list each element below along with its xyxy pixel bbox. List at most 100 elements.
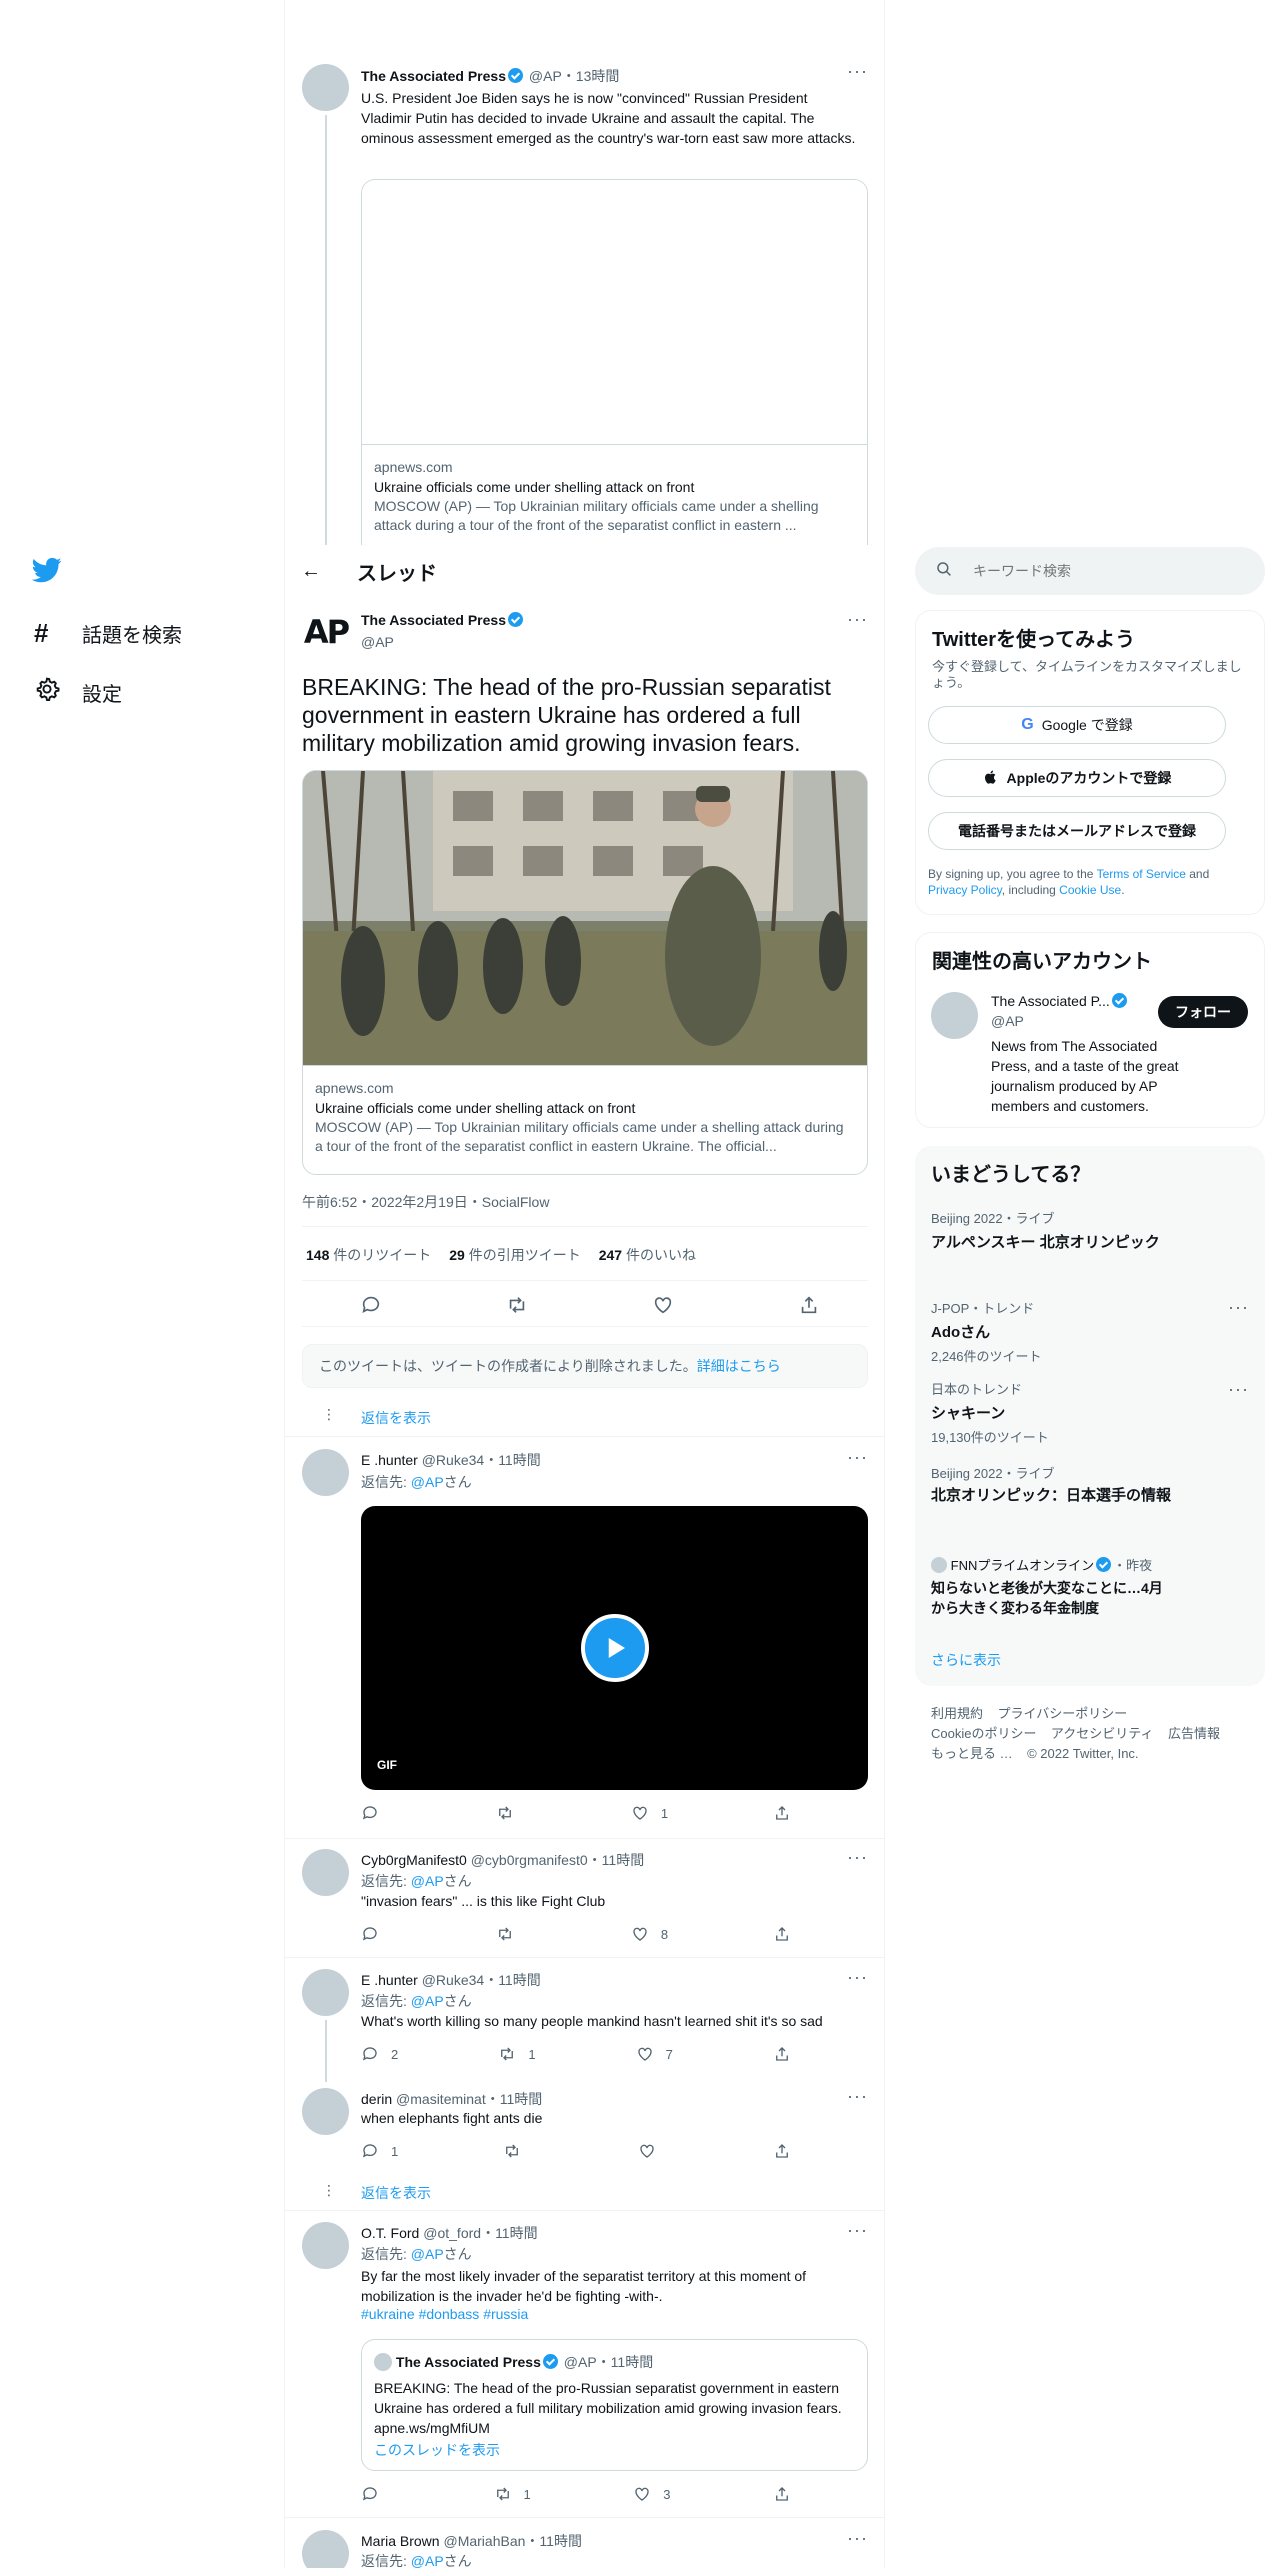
share-icon[interactable]: [798, 1294, 820, 1321]
author-name[interactable]: derin: [361, 2091, 392, 2107]
more-options-icon[interactable]: ···: [847, 62, 868, 80]
avatar[interactable]: AP: [302, 608, 350, 656]
twitter-logo-icon[interactable]: [31, 555, 62, 585]
author-name[interactable]: The Associated Press: [361, 68, 506, 84]
search-input[interactable]: [973, 563, 1213, 579]
author-handle[interactable]: @AP: [361, 634, 394, 650]
more-options-icon[interactable]: ···: [1228, 1298, 1249, 1316]
more-options-icon[interactable]: ···: [847, 610, 868, 628]
avatar[interactable]: [302, 64, 349, 111]
trend-item[interactable]: Beijing 2022・ライブ 北京オリンピック：日本選手の情報: [931, 1463, 1171, 1506]
trend-item[interactable]: J-POP・トレンド Adoさん 2,246件のツイート: [931, 1298, 1231, 1365]
author-name[interactable]: E .hunter: [361, 1972, 418, 1988]
footer-more-link[interactable]: もっと見る …: [931, 1746, 1013, 1761]
tweet-time[interactable]: 11時間: [539, 2533, 582, 2549]
avatar[interactable]: [302, 1849, 349, 1896]
avatar[interactable]: [302, 1449, 349, 1496]
avatar[interactable]: [302, 2530, 349, 2568]
footer-link[interactable]: 広告情報: [1168, 1726, 1220, 1741]
share-icon[interactable]: [773, 2485, 791, 2503]
avatar[interactable]: [302, 2088, 349, 2135]
avatar[interactable]: [931, 992, 978, 1039]
author-handle[interactable]: @Ruke34: [422, 1452, 484, 1468]
share-icon[interactable]: [773, 1804, 791, 1822]
quote-stat[interactable]: 29 件の引用ツイート: [449, 1245, 580, 1265]
show-replies-link[interactable]: 返信を表示: [361, 1408, 431, 1428]
share-icon[interactable]: [773, 2045, 791, 2063]
account-name[interactable]: The Associated P...: [991, 993, 1129, 1009]
author-handle[interactable]: @masiteminat: [396, 2091, 486, 2107]
tweet-time[interactable]: 11時間: [602, 1852, 645, 1868]
tweet-time[interactable]: 11時間: [500, 2091, 543, 2107]
avatar[interactable]: [302, 2222, 349, 2269]
retweet-icon[interactable]: [496, 1925, 526, 1943]
footer-link[interactable]: Cookieのポリシー: [931, 1726, 1036, 1741]
tweet-time[interactable]: 11時間: [498, 1452, 541, 1468]
apple-signup-button[interactable]: Appleのアカウントで登録: [928, 759, 1226, 797]
author-handle[interactable]: @ot_ford: [423, 2225, 481, 2241]
back-arrow-icon[interactable]: ←: [301, 560, 341, 583]
trend-item[interactable]: 日本のトレンド シャキーン 19,130件のツイート: [931, 1379, 1231, 1446]
search-box[interactable]: [915, 547, 1265, 595]
share-icon[interactable]: [773, 2142, 791, 2160]
author-handle[interactable]: @Ruke34: [422, 1972, 484, 1988]
link-card[interactable]: apnews.com Ukraine officials come under …: [361, 179, 868, 545]
avatar[interactable]: [302, 1969, 349, 2016]
footer-link[interactable]: プライバシーポリシー: [997, 1706, 1127, 1721]
like-icon[interactable]: 7: [636, 2045, 673, 2063]
learn-more-link[interactable]: 詳細はこちら: [697, 1356, 781, 1376]
like-icon[interactable]: [652, 1294, 674, 1321]
retweet-icon[interactable]: [506, 1294, 528, 1321]
author-name[interactable]: O.T. Ford: [361, 2225, 419, 2241]
retweet-icon[interactable]: 1: [494, 2485, 531, 2503]
account-handle[interactable]: @AP: [991, 1013, 1024, 1029]
tweet-timestamp[interactable]: 午前6:52・2022年2月19日・SocialFlow: [302, 1192, 549, 1212]
play-button[interactable]: [581, 1614, 649, 1682]
author-handle[interactable]: @cyb0rgmanifest0: [471, 1852, 588, 1868]
author-name[interactable]: E .hunter: [361, 1452, 418, 1468]
like-icon[interactable]: 1: [631, 1804, 668, 1822]
more-options-icon[interactable]: ···: [1228, 1380, 1249, 1398]
hashtags[interactable]: #ukraine #donbass #russia: [361, 2306, 528, 2322]
author-name[interactable]: Maria Brown: [361, 2533, 440, 2549]
like-icon[interactable]: 8: [631, 1925, 668, 1943]
reply-icon[interactable]: [360, 1294, 382, 1321]
more-options-icon[interactable]: ···: [847, 1968, 868, 1986]
author-handle[interactable]: @MariahBan: [443, 2533, 525, 2549]
like-icon[interactable]: 3: [633, 2485, 670, 2503]
nav-explore[interactable]: # 話題を検索: [34, 618, 182, 649]
tweet-time[interactable]: 11時間: [498, 1972, 541, 1988]
reply-icon[interactable]: [361, 2485, 391, 2503]
author-name[interactable]: Cyb0rgManifest0: [361, 1852, 467, 1868]
terms-link[interactable]: Terms of Service: [1097, 867, 1186, 881]
more-options-icon[interactable]: ···: [847, 2529, 868, 2547]
show-replies-link[interactable]: 返信を表示: [361, 2183, 431, 2203]
google-signup-button[interactable]: G Google で登録: [928, 706, 1226, 744]
retweet-icon[interactable]: 1: [498, 2045, 536, 2063]
like-icon[interactable]: [638, 2142, 668, 2160]
retweet-stat[interactable]: 148 件のリツイート: [306, 1245, 431, 1265]
nav-settings[interactable]: 設定: [34, 676, 122, 708]
show-thread-link[interactable]: このスレッドを表示: [374, 2440, 855, 2460]
footer-link[interactable]: 利用規約: [931, 1706, 983, 1721]
cookie-link[interactable]: Cookie Use: [1059, 883, 1121, 897]
tweet-time[interactable]: 11時間: [495, 2225, 538, 2241]
share-icon[interactable]: [773, 1925, 791, 1943]
like-stat[interactable]: 247 件のいいね: [599, 1245, 696, 1265]
more-options-icon[interactable]: ···: [847, 1448, 868, 1466]
more-options-icon[interactable]: ···: [847, 2087, 868, 2105]
reply-icon[interactable]: [361, 1925, 391, 1943]
phone-email-signup-button[interactable]: 電話番号またはメールアドレスで登録: [928, 812, 1226, 850]
author-name[interactable]: The Associated Press: [361, 612, 525, 628]
trend-item[interactable]: FNNプライムオンライン ・昨夜 知らないと老後が大変なことに…4月から大きく変わ…: [931, 1555, 1171, 1618]
more-options-icon[interactable]: ···: [847, 2221, 868, 2239]
retweet-icon[interactable]: [503, 2142, 533, 2160]
tweet-time[interactable]: 13時間: [576, 68, 620, 84]
author-handle[interactable]: @AP: [529, 68, 562, 84]
quoted-tweet[interactable]: The Associated Press @AP・11時間 BREAKING: …: [361, 2339, 868, 2471]
gif-player[interactable]: GIF: [361, 1506, 868, 1790]
reply-icon[interactable]: [361, 1804, 391, 1822]
footer-link[interactable]: アクセシビリティ: [1051, 1726, 1154, 1741]
more-options-icon[interactable]: ···: [847, 1848, 868, 1866]
retweet-icon[interactable]: [496, 1804, 526, 1822]
